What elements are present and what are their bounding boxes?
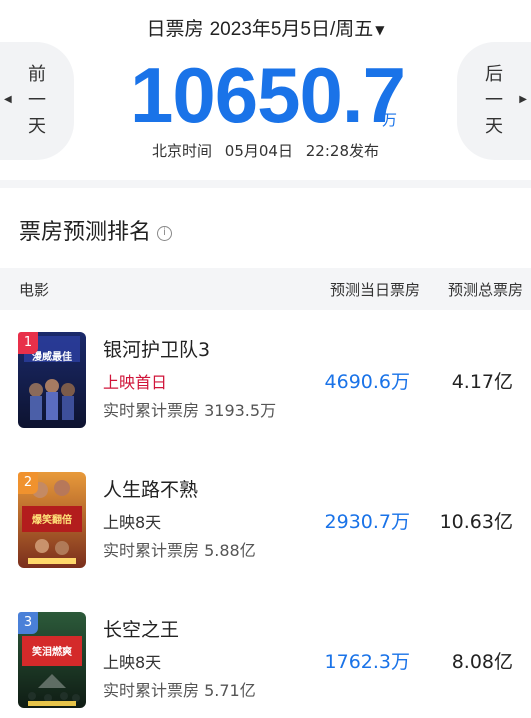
movie-cumulative: 实时累计票房 5.71亿 [103,681,256,700]
column-movie: 电影 [19,280,50,299]
movie-release-status: 上映8天 [103,653,162,672]
movie-row[interactable]: 漫威最佳 1 银河护卫队3 上映首日 实时累计票房 3193.5万 4690.6… [0,310,531,450]
forecast-total-value: 4.17亿 [451,370,513,393]
table-header: 电影 预测当日票房 预测总票房 [0,268,531,310]
movie-title: 银河护卫队3 [103,339,211,361]
next-day-char: 一 [485,90,503,111]
next-day-char: 后 [485,64,503,85]
svg-text:爆笑翻倍: 爆笑翻倍 [32,513,72,526]
date-label: 日票房 [146,18,204,40]
movie-title: 长空之王 [103,619,180,641]
svg-text:笑泪燃爽: 笑泪燃爽 [32,645,72,658]
header: 日票房 2023年5月5日/周五 ▼ ◀ 前 一 天 10650.7 万 ▶ 后 … [0,0,531,180]
rank-badge: 1 [18,332,38,354]
movie-info: 银河护卫队3 上映首日 实时累计票房 3193.5万 [103,338,276,422]
publish-time: 北京时间 05月04日 22:28发布 [0,140,531,161]
movie-info: 人生路不熟 上映8天 实时累计票房 5.88亿 [103,478,256,562]
rank-badge: 3 [18,612,38,634]
forecast-total-value: 10.63亿 [439,510,513,533]
rank-badge: 2 [18,472,38,494]
movie-row[interactable]: 笑泪燃爽 3 长空之王 上映8天 实时累计票房 5.71亿 1762.3万 8.… [0,590,531,718]
total-box-office: 10650.7 [130,51,406,139]
next-day-char: 天 [485,116,503,137]
divider [0,180,531,188]
forecast-today-value: 1762.3万 [324,650,410,673]
box-office-unit: 万 [382,111,398,129]
publish-prefix: 北京时间 [152,142,213,160]
prev-day-char: 天 [28,116,46,137]
movie-release-status: 上映8天 [103,513,162,532]
forecast-today-value: 2930.7万 [324,510,410,533]
caret-down-icon: ▼ [375,22,385,37]
info-icon[interactable]: i [157,225,173,241]
section-title-text: 票房预测排名 [19,220,152,245]
column-total-forecast[interactable]: 预测总票房 [420,279,523,300]
column-today-forecast[interactable]: 预测当日票房 [295,279,420,300]
arrow-left-icon: ◀ [4,94,12,105]
forecast-total-value: 8.08亿 [451,650,513,673]
arrow-right-icon: ▶ [519,94,527,105]
movie-title: 人生路不熟 [103,479,199,501]
movie-cumulative: 实时累计票房 5.88亿 [103,541,256,560]
prev-day-char: 一 [28,90,46,111]
date-selector[interactable]: 日票房 2023年5月5日/周五 ▼ [0,14,531,41]
svg-text:漫威最佳: 漫威最佳 [32,350,72,363]
movie-release-status: 上映首日 [103,373,168,392]
publish-clock: 22:28发布 [305,142,379,160]
movie-row[interactable]: 爆笑翻倍 2 人生路不熟 上映8天 实时累计票房 5.88亿 2930.7万 1… [0,450,531,590]
movie-cumulative: 实时累计票房 3193.5万 [103,401,277,420]
prev-day-char: 前 [28,64,46,85]
publish-date: 05月04日 [224,142,293,160]
movie-info: 长空之王 上映8天 实时累计票房 5.71亿 [103,618,256,702]
date-value: 2023年5月5日/周五 [209,19,374,40]
forecast-today-value: 4690.6万 [324,370,410,393]
section-title: 票房预测排名 i [0,188,531,268]
